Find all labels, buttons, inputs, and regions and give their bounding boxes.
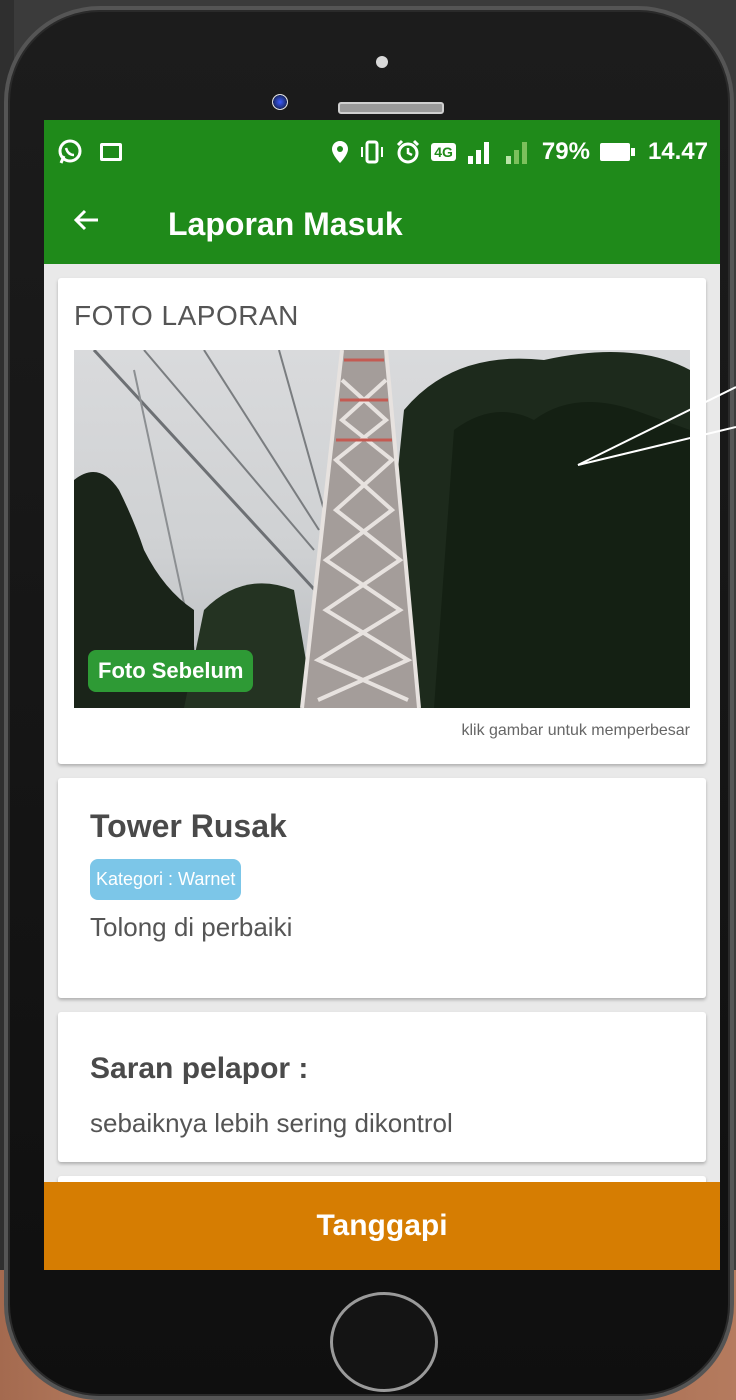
callout-pointer-lines: [577, 386, 736, 466]
